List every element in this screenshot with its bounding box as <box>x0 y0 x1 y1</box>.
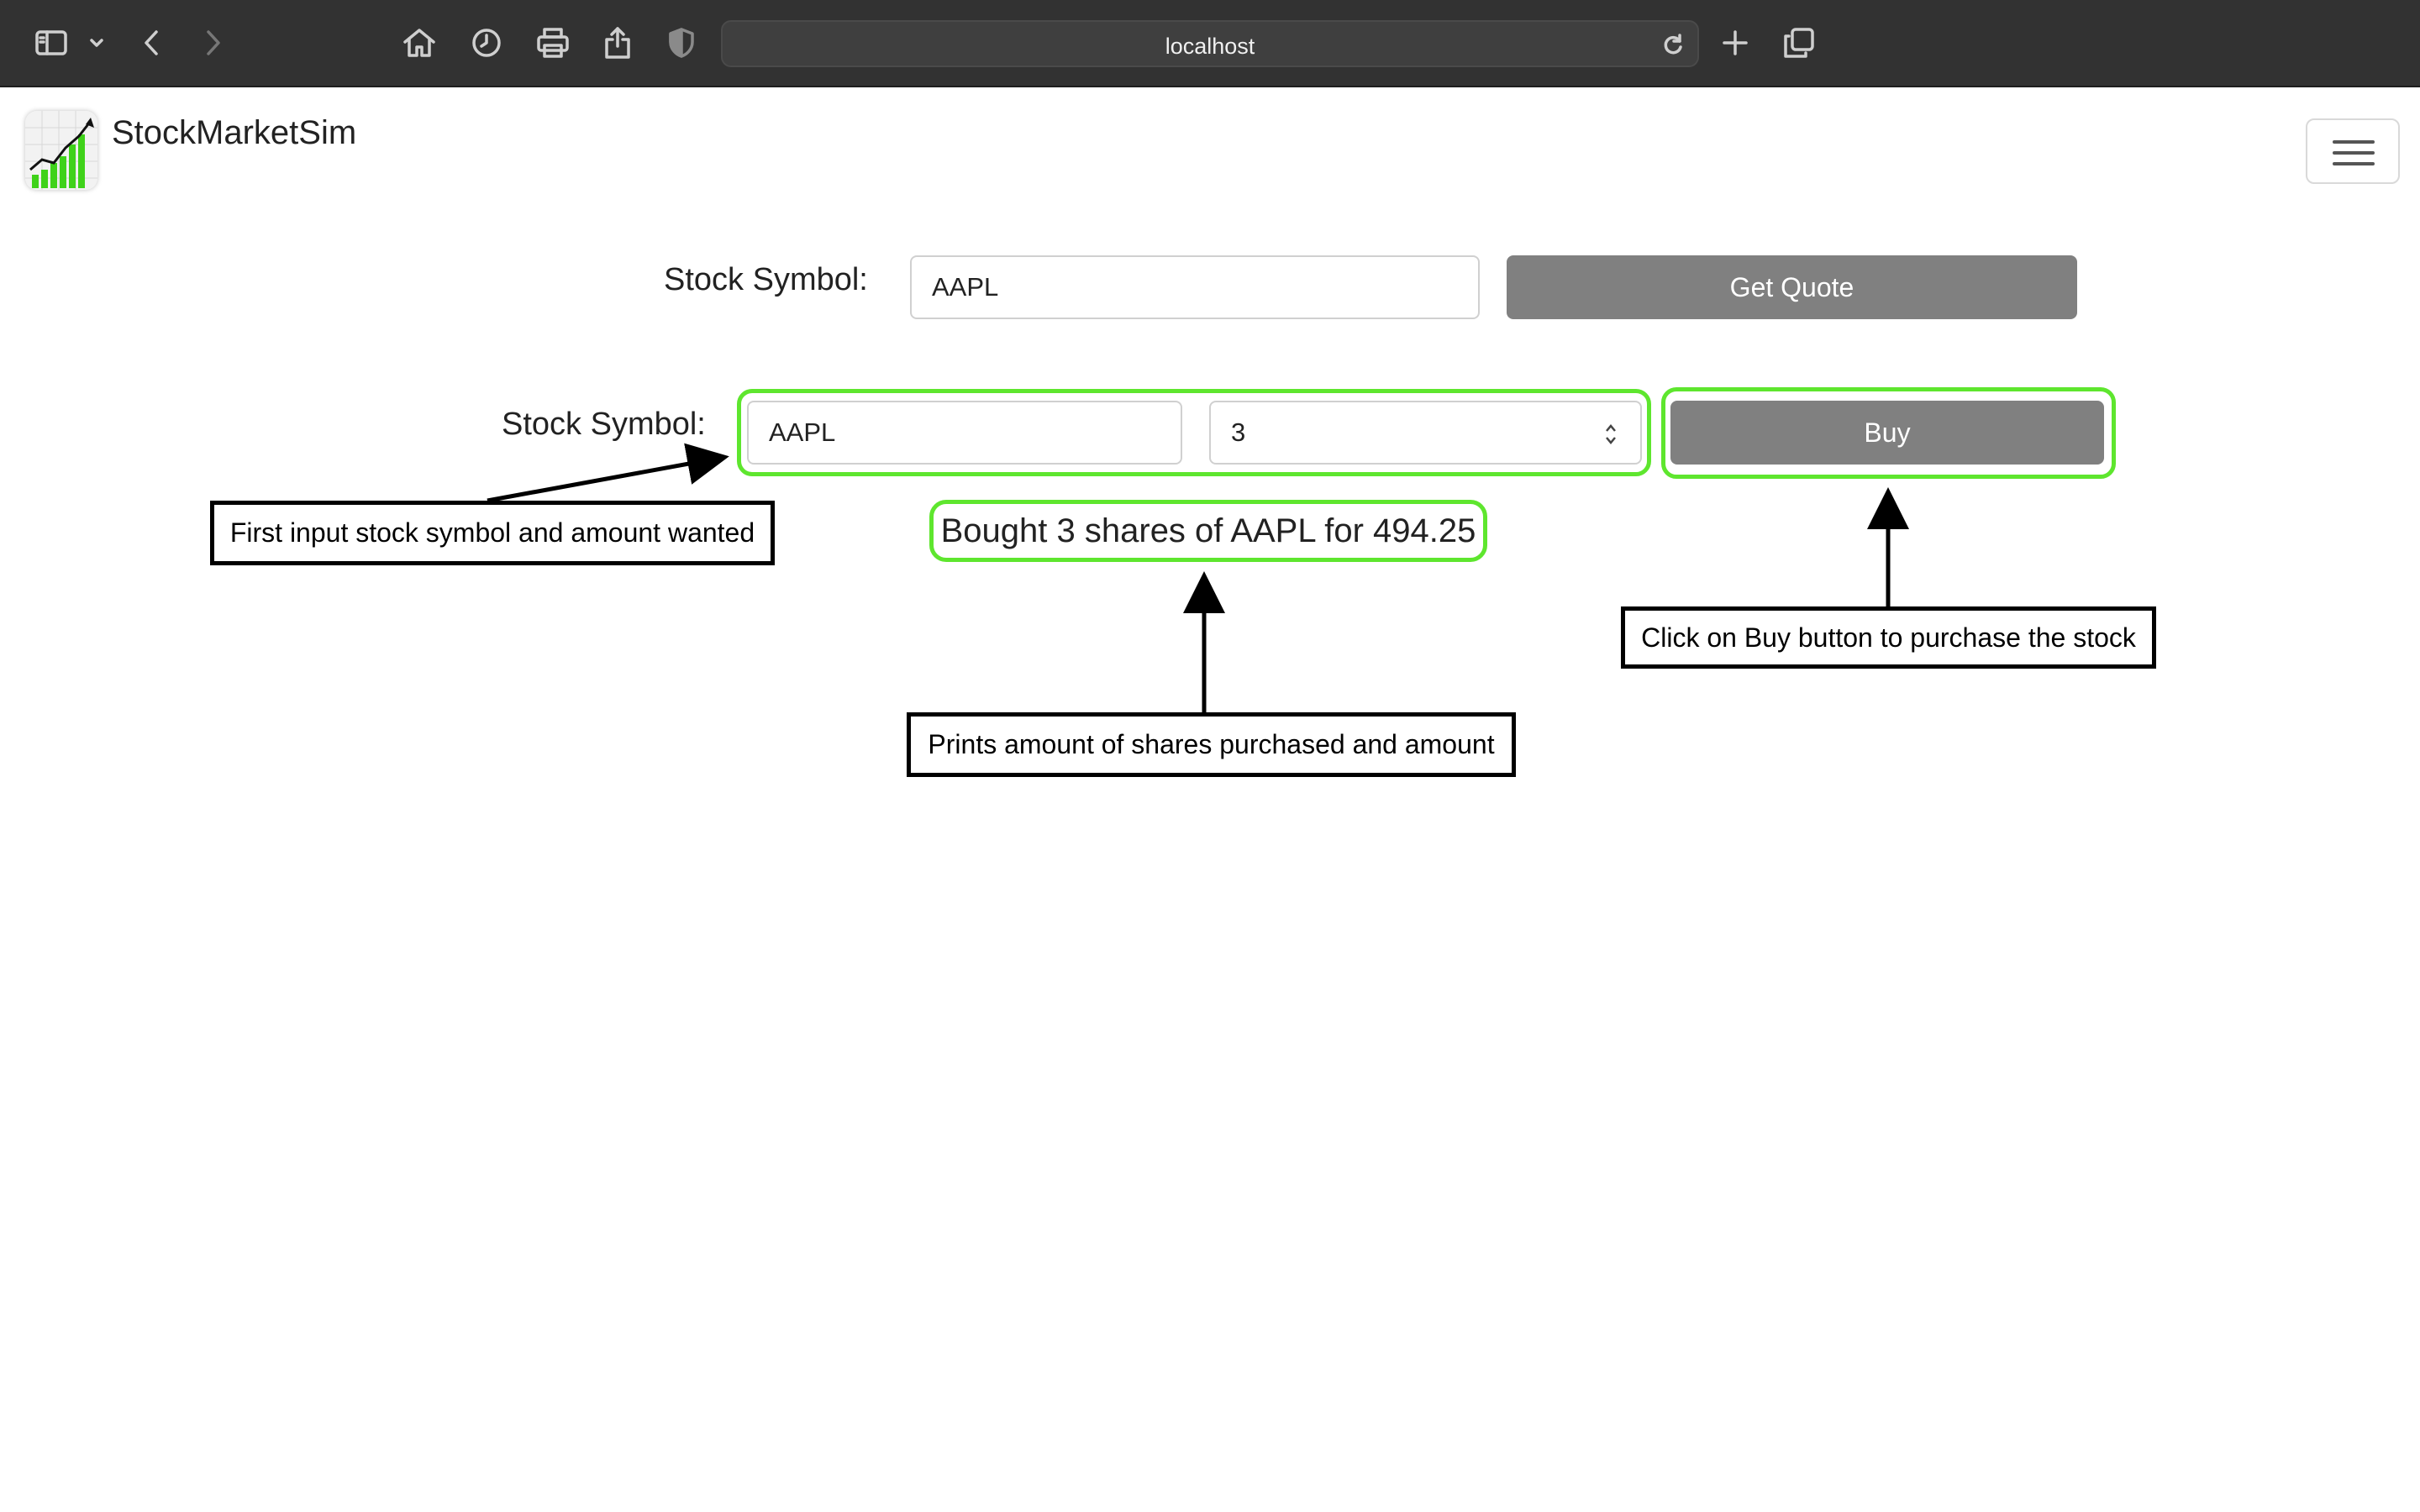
share-icon[interactable] <box>597 22 639 64</box>
tabs-overview-icon[interactable] <box>1778 22 1820 64</box>
stepper-icon[interactable] <box>1603 421 1618 448</box>
back-icon[interactable] <box>131 22 173 64</box>
amount-value: 3 <box>1231 417 1246 447</box>
buy-symbol-input[interactable]: AAPL <box>747 401 1182 465</box>
buy-button[interactable]: Buy <box>1670 401 2104 465</box>
quote-symbol-input[interactable]: AAPL <box>910 255 1480 319</box>
print-icon[interactable] <box>532 22 574 64</box>
address-text: localhost <box>1165 34 1255 59</box>
sidebar-icon[interactable] <box>30 22 72 64</box>
annotation-buy-note: Click on Buy button to purchase the stoc… <box>1621 606 2156 669</box>
quote-symbol-label: Stock Symbol: <box>664 262 868 297</box>
chevron-down-icon[interactable] <box>76 22 118 64</box>
brand-title[interactable]: StockMarketSim <box>112 114 356 152</box>
annotation-result-note: Prints amount of shares purchased and am… <box>907 712 1516 777</box>
arrow-to-inputs <box>487 443 729 503</box>
home-icon[interactable] <box>398 22 440 64</box>
new-tab-icon[interactable] <box>1714 22 1756 64</box>
forward-icon[interactable] <box>192 22 234 64</box>
history-icon[interactable] <box>466 22 508 64</box>
buy-symbol-label: Stock Symbol: <box>502 407 706 442</box>
reload-icon[interactable] <box>1659 30 1687 59</box>
stock-chart-logo[interactable] <box>25 111 97 190</box>
annotation-input-note: First input stock symbol and amount want… <box>210 501 775 565</box>
shield-icon[interactable] <box>660 22 702 64</box>
purchase-result-message: Bought 3 shares of AAPL for 494.25 <box>929 500 1487 562</box>
address-bar[interactable]: localhost <box>721 20 1699 67</box>
hamburger-menu-icon[interactable] <box>2306 118 2400 184</box>
browser-toolbar: localhost <box>0 0 2420 87</box>
get-quote-button[interactable]: Get Quote <box>1507 255 2077 319</box>
amount-input[interactable]: 3 <box>1209 401 1642 465</box>
